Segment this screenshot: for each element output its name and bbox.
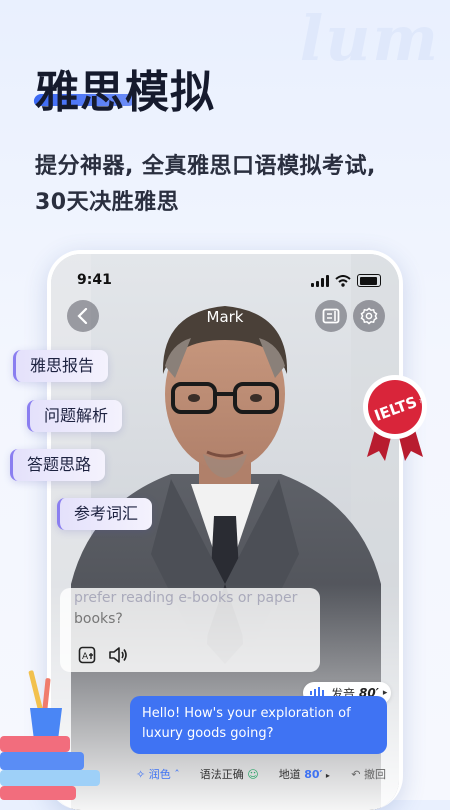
undo-button[interactable]: ↶ 撤回 [351,766,386,782]
notebook-icon [322,308,340,324]
chevron-up-icon: ˆ [174,768,180,781]
sparkle-icon: ✧ [136,768,146,781]
question-caption: prefer reading e-books or paper books? [74,588,308,630]
fluency-score[interactable]: 地道 80′ ▸ [279,766,330,782]
ielts-badge-icon: IELTS TM [363,375,427,461]
decorative-background-text: lum [299,2,440,75]
fluency-label: 地道 [278,768,301,781]
battery-icon [357,274,381,287]
menu-pill-question-analysis[interactable]: 问题解析 [27,400,123,432]
speaker-icon[interactable] [108,646,128,664]
answer-feedback-bar: ✧ 润色 ˆ 语法正确 ☺ 地道 80′ ▸ [136,766,388,782]
undo-icon: ↶ [351,768,361,781]
svg-text:A: A [82,652,89,662]
question-caption-line-2: books? [74,611,123,627]
menu-pill-reference-vocabulary[interactable]: 参考词汇 [57,498,153,530]
subheadline-line-1: 提分神器, 全真雅思口语模拟考试, [35,154,376,179]
status-time: 9:41 [77,272,112,288]
question-caption-card: prefer reading e-books or paper books? A [60,588,320,672]
gear-icon [360,307,378,325]
status-bar: 9:41 [77,272,381,290]
polish-label: 润色 [148,768,171,781]
chevron-right-small-icon: ▸ [325,771,330,780]
question-caption-line-1: prefer reading e-books or paper [74,590,298,606]
ielts-trademark: TM [418,399,425,404]
undo-label: 撤回 [364,768,386,781]
settings-button[interactable] [353,300,385,332]
chevron-right-icon: ▸ [382,688,388,698]
notebook-button[interactable] [315,300,347,332]
fluency-score-value: 80′ [304,768,323,781]
smile-icon: ☺ [247,768,259,781]
wifi-icon [335,274,351,287]
signal-icon [311,274,329,287]
user-chat-bubble: Hello! How's your exploration of luxury … [130,696,387,754]
headline: 雅思模拟 [35,67,215,118]
menu-pill-ielts-report[interactable]: 雅思报告 [13,350,109,382]
grammar-label: 语法正确 [199,768,244,781]
menu-pill-answer-approach[interactable]: 答题思路 [10,449,106,481]
polish-button[interactable]: ✧ 润色 ˆ [136,766,180,782]
grammar-check[interactable]: 语法正确 ☺ [200,766,259,782]
subheadline-line-2: 30天决胜雅思 [35,190,180,215]
translate-icon[interactable]: A [78,646,96,664]
books-and-pencils-illustration [0,670,100,800]
